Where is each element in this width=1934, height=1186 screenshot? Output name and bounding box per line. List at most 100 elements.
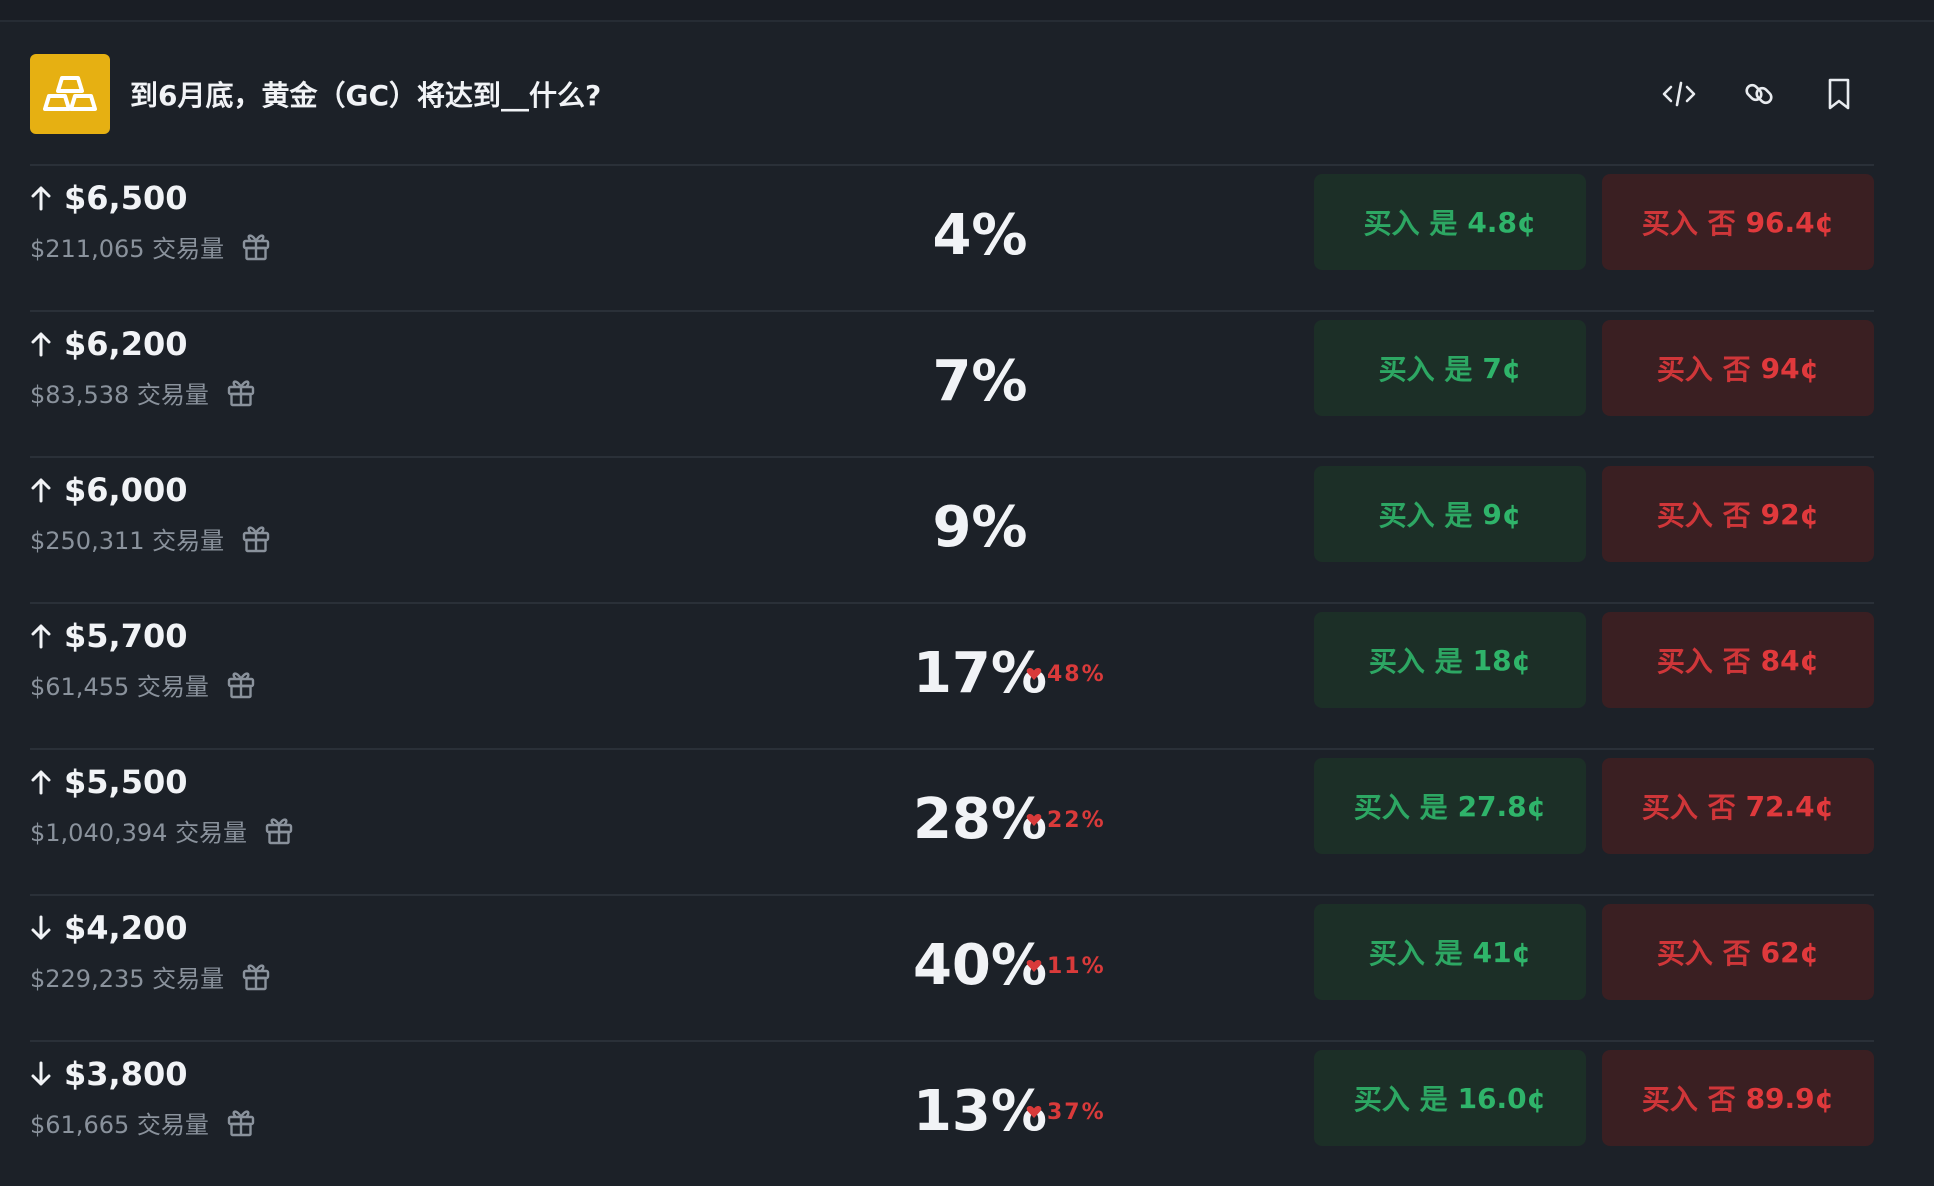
- volume-info: $250,311 交易量: [30, 520, 272, 556]
- buy-yes-label: 买入 是: [1368, 645, 1463, 678]
- no-price: 96.4¢: [1745, 205, 1835, 239]
- buy-yes-label: 买入 是: [1368, 937, 1463, 970]
- outcome-list: $6,500 $211,065 交易量 4% 买入 是 4.8¢ 买入 否 96.4¢ $6,…: [30, 164, 1874, 1186]
- no-price: 94¢: [1760, 351, 1820, 385]
- volume-info: $61,665 交易量: [30, 1104, 257, 1140]
- outcome-row[interactable]: $6,500 $211,065 交易量 4% 买入 是 4.8¢ 买入 否 96.4¢: [30, 164, 1874, 310]
- buy-no-button[interactable]: 买入 否 89.9¢: [1602, 1050, 1874, 1146]
- buy-no-button[interactable]: 买入 否 62¢: [1602, 904, 1874, 1000]
- outcome-row[interactable]: $5,500 $1,040,394 交易量 28% 22% 买入 是 27.8¢ 买入 否7…: [30, 748, 1874, 894]
- buy-no-button[interactable]: 买入 否 92¢: [1602, 466, 1874, 562]
- buy-no-label: 买入 否: [1641, 207, 1736, 240]
- buy-no-button[interactable]: 买入 否 96.4¢: [1602, 174, 1874, 270]
- yes-price: 7¢: [1482, 351, 1522, 385]
- probability: 7%: [932, 349, 1028, 414]
- gift-icon[interactable]: [265, 814, 295, 846]
- buy-no-label: 买入 否: [1656, 645, 1751, 678]
- volume-text: $250,311 交易量: [30, 521, 224, 556]
- buy-yes-button[interactable]: 买入 是 7¢: [1314, 320, 1586, 416]
- gift-icon[interactable]: [227, 668, 257, 700]
- down-triangle-icon: [1026, 959, 1042, 973]
- buy-no-label: 买入 否: [1641, 1083, 1736, 1116]
- volume-text: $61,455 交易量: [30, 667, 209, 702]
- volume-value: $211,065: [30, 234, 145, 263]
- arrow-up-icon: [30, 329, 56, 359]
- outcome-row[interactable]: $3,800 $61,665 交易量 13% 37% 买入 是 16.0¢ 买入 否 89.9…: [30, 1040, 1874, 1186]
- volume-suffix: 交易量: [136, 380, 209, 409]
- outcome-row[interactable]: $5,700 $61,455 交易量 17% 48% 买入 是 18¢ 买入 否 84¢: [30, 602, 1874, 748]
- no-price: 89.9¢: [1745, 1081, 1835, 1115]
- volume-value: $61,455: [30, 672, 130, 701]
- volume-value: $250,311: [30, 526, 145, 555]
- probability: 9%: [932, 495, 1028, 560]
- volume-text: $61,665 交易量: [30, 1105, 209, 1140]
- volume-info: $61,455 交易量: [30, 666, 257, 702]
- down-triangle-icon: [1026, 667, 1042, 681]
- price-change-badge: 37%: [1026, 1092, 1106, 1132]
- strike-price: $6,500: [64, 179, 188, 217]
- outcome-title: $3,800: [30, 1054, 187, 1094]
- top-strip: [0, 0, 1934, 22]
- probability: 4%: [932, 203, 1028, 268]
- price-change-value: 11%: [1047, 953, 1106, 979]
- gold-bars-icon: [30, 54, 110, 134]
- yes-price: 18¢: [1472, 643, 1532, 677]
- price-change-badge: 11%: [1026, 946, 1106, 986]
- down-triangle-icon: [1026, 813, 1042, 827]
- strike-price: $4,200: [64, 909, 188, 947]
- arrow-up-icon: [30, 475, 56, 505]
- buy-yes-label: 买入 是: [1378, 353, 1473, 386]
- outcome-row[interactable]: $6,000 $250,311 交易量 9% 买入 是 9¢ 买入 否 92¢: [30, 456, 1874, 602]
- price-change-value: 48%: [1047, 661, 1106, 687]
- arrow-up-icon: [30, 621, 56, 651]
- market-title: 到6月底，黄金（GC）将达到__什么?: [130, 79, 602, 112]
- volume-value: $229,235: [30, 964, 145, 993]
- volume-suffix: 交易量: [152, 234, 225, 263]
- volume-suffix: 交易量: [175, 818, 248, 847]
- volume-suffix: 交易量: [136, 1110, 209, 1139]
- volume-info: $211,065 交易量: [30, 228, 272, 264]
- down-triangle-icon: [1026, 1105, 1042, 1119]
- price-change-badge: 48%: [1026, 654, 1106, 694]
- buy-yes-label: 买入 是: [1353, 791, 1448, 824]
- bookmark-icon[interactable]: [1814, 72, 1864, 116]
- no-price: 62¢: [1760, 935, 1820, 969]
- buy-no-label: 买入 否: [1641, 791, 1736, 824]
- outcome-row[interactable]: $6,200 $83,538 交易量 7% 买入 是 7¢ 买入 否 94¢: [30, 310, 1874, 456]
- gift-icon[interactable]: [227, 376, 257, 408]
- gift-icon[interactable]: [242, 230, 272, 262]
- yes-price: 16.0¢: [1457, 1081, 1547, 1115]
- buy-yes-button[interactable]: 买入 是 27.8¢: [1314, 758, 1586, 854]
- buy-no-button[interactable]: 买入 否 94¢: [1602, 320, 1874, 416]
- buy-no-label: 买入 否: [1656, 499, 1751, 532]
- volume-value: $1,040,394: [30, 818, 168, 847]
- buy-yes-button[interactable]: 买入 是 41¢: [1314, 904, 1586, 1000]
- link-icon[interactable]: [1734, 72, 1784, 116]
- buy-no-button[interactable]: 买入 否 72.4¢: [1602, 758, 1874, 854]
- arrow-up-icon: [30, 767, 56, 797]
- buy-yes-label: 买入 是: [1378, 499, 1473, 532]
- buy-yes-button[interactable]: 买入 是 16.0¢: [1314, 1050, 1586, 1146]
- buy-yes-label: 买入 是: [1363, 207, 1458, 240]
- yes-price: 27.8¢: [1457, 789, 1547, 823]
- gift-icon[interactable]: [227, 1106, 257, 1138]
- price-change-value: 37%: [1047, 1099, 1106, 1125]
- volume-info: $229,235 交易量: [30, 958, 272, 994]
- gift-icon[interactable]: [242, 522, 272, 554]
- volume-info: $1,040,394 交易量: [30, 812, 295, 848]
- buy-yes-button[interactable]: 买入 是 9¢: [1314, 466, 1586, 562]
- volume-info: $83,538 交易量: [30, 374, 257, 410]
- strike-price: $5,500: [64, 763, 188, 801]
- volume-value: $61,665: [30, 1110, 130, 1139]
- embed-code-icon[interactable]: [1654, 72, 1704, 116]
- volume-text: $83,538 交易量: [30, 375, 209, 410]
- buy-yes-button[interactable]: 买入 是 18¢: [1314, 612, 1586, 708]
- no-price: 84¢: [1760, 643, 1820, 677]
- gift-icon[interactable]: [242, 960, 272, 992]
- buy-yes-button[interactable]: 买入 是 4.8¢: [1314, 174, 1586, 270]
- buy-no-button[interactable]: 买入 否 84¢: [1602, 612, 1874, 708]
- outcome-title: $4,200: [30, 908, 187, 948]
- no-price: 72.4¢: [1745, 789, 1835, 823]
- outcome-row[interactable]: $4,200 $229,235 交易量 40% 11% 买入 是 41¢ 买入 否 62¢: [30, 894, 1874, 1040]
- volume-suffix: 交易量: [136, 672, 209, 701]
